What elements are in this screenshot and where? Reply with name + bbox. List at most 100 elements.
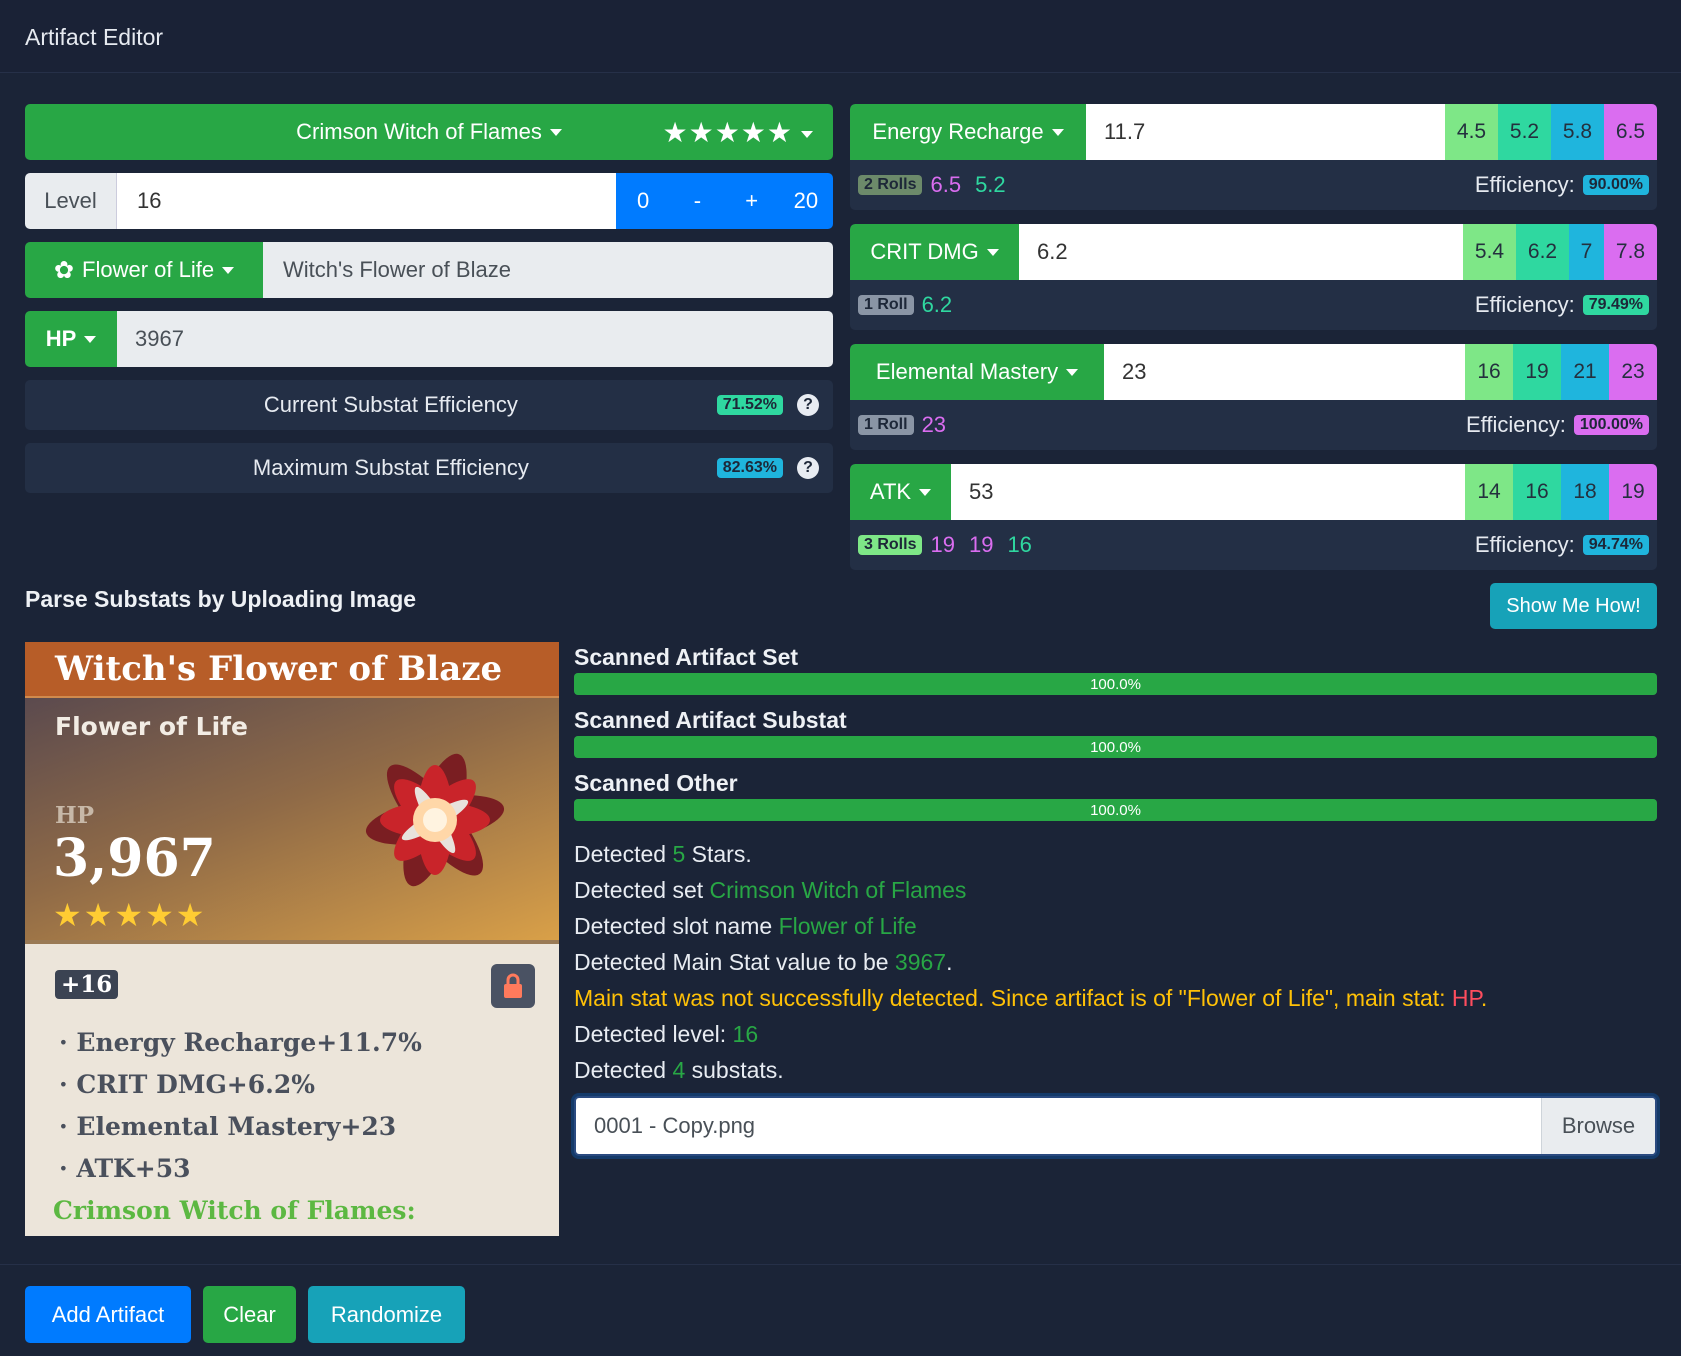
- substat-summary: 2 Rolls 6.5 5.2 Efficiency: 90.00%: [850, 160, 1657, 210]
- roll-option[interactable]: 18: [1561, 464, 1609, 520]
- max-efficiency-badge: 82.63%: [716, 458, 783, 478]
- slot-dropdown[interactable]: ✿ Flower of Life: [25, 242, 263, 298]
- star-icons: ★★★★★: [662, 117, 793, 148]
- chevron-down-icon: [1051, 128, 1064, 136]
- roll-option[interactable]: 7.8: [1604, 224, 1657, 280]
- clear-button[interactable]: Clear: [203, 1286, 296, 1343]
- artifact-image-substat: · Energy Recharge+11.7%: [59, 1028, 422, 1057]
- rolls-badge: 1 Roll: [858, 295, 914, 315]
- detection-slot: Detected slot name Flower of Life: [574, 913, 917, 939]
- progress-bar: 100.0%: [574, 799, 1657, 821]
- roll-option[interactable]: 5.8: [1551, 104, 1604, 160]
- roll-option[interactable]: 19: [1609, 464, 1657, 520]
- main-stat-dropdown[interactable]: HP: [25, 311, 117, 367]
- artifact-image-substat: · CRIT DMG+6.2%: [59, 1070, 315, 1099]
- level-0-button[interactable]: 0: [616, 173, 670, 229]
- main-stat-group: HP 3967: [25, 311, 833, 367]
- roll-option[interactable]: 21: [1561, 344, 1609, 400]
- main-stat-value: 3967: [117, 311, 833, 367]
- level-minus-button[interactable]: -: [670, 173, 724, 229]
- substat-summary: 1 Roll 23 Efficiency: 100.00%: [850, 400, 1657, 450]
- slot-name-field[interactable]: Witch's Flower of Blaze: [263, 242, 833, 298]
- roll-option[interactable]: 6.2: [1516, 224, 1569, 280]
- main-stat-label: HP: [45, 326, 77, 351]
- detection-warning: Main stat was not successfully detected.…: [574, 985, 1488, 1011]
- artifact-image-slot: Flower of Life: [55, 712, 248, 741]
- artifact-image-body: +16 · Energy Recharge+11.7% · CRIT DMG+6…: [25, 944, 559, 1236]
- progress-label: Scanned Other: [574, 770, 738, 796]
- randomize-button[interactable]: Randomize: [308, 1286, 465, 1343]
- substat-dropdown[interactable]: Elemental Mastery: [850, 344, 1104, 400]
- chevron-down-icon: [919, 488, 932, 496]
- roll-value: 5.2: [975, 172, 1006, 197]
- level-plus-button[interactable]: +: [725, 173, 779, 229]
- level-input[interactable]: 16: [117, 173, 616, 229]
- artifact-image-substat-text: ATK+53: [76, 1154, 191, 1183]
- detection-list: Detected 5 Stars. Detected set Crimson W…: [574, 836, 1657, 1088]
- progress-bar: 100.0%: [574, 736, 1657, 758]
- substat-row: ATK 53 14 16 18 19: [850, 464, 1657, 520]
- level-label: Level: [25, 173, 117, 229]
- roll-value: 6.2: [921, 292, 953, 317]
- efficiency-label: Efficiency:: [1474, 172, 1575, 197]
- artifact-image-substat-text: CRIT DMG+6.2%: [76, 1070, 315, 1099]
- artifact-image-level: +16: [55, 970, 119, 999]
- add-artifact-button[interactable]: Add Artifact: [25, 1286, 191, 1343]
- level-20-button[interactable]: 20: [779, 173, 833, 229]
- detection-stars: Detected 5 Stars.: [574, 841, 752, 867]
- artifact-image-stars: ★★★★★: [53, 897, 207, 933]
- detection-main-value: Detected Main Stat value to be 3967.: [574, 949, 953, 975]
- substat-input[interactable]: 23: [1104, 344, 1465, 400]
- star-rating-dropdown[interactable]: ★★★★★: [662, 116, 813, 149]
- progress-track: 100.0%: [574, 736, 1657, 758]
- roll-option[interactable]: 23: [1609, 344, 1657, 400]
- artifact-image-substat: · ATK+53: [59, 1154, 191, 1183]
- help-icon[interactable]: ?: [797, 457, 819, 479]
- roll-option[interactable]: 14: [1465, 464, 1513, 520]
- substat-dropdown[interactable]: CRIT DMG: [850, 224, 1019, 280]
- substat-summary: 1 Roll 6.2 Efficiency: 79.49%: [850, 280, 1657, 330]
- roll-option[interactable]: 16: [1465, 344, 1513, 400]
- file-input[interactable]: 0001 - Copy.png Browse: [574, 1096, 1657, 1156]
- substat-input[interactable]: 6.2: [1019, 224, 1463, 280]
- efficiency-badge: 100.00%: [1573, 415, 1649, 435]
- substat-name: Elemental Mastery: [875, 359, 1059, 384]
- parse-title: Parse Substats by Uploading Image: [25, 586, 417, 612]
- substat-summary: 3 Rolls 19 19 16 Efficiency: 94.74%: [850, 520, 1657, 570]
- set-dropdown[interactable]: Crimson Witch of Flames ★★★★★: [25, 104, 833, 160]
- lock-icon: [491, 964, 535, 1008]
- artifact-image-substat-text: Energy Recharge+11.7%: [76, 1028, 422, 1057]
- substat-card: Elemental Mastery 23 16 19 21 23 1 Roll …: [850, 344, 1657, 450]
- roll-option[interactable]: 5.2: [1498, 104, 1551, 160]
- current-efficiency-badge: 71.52%: [716, 395, 783, 415]
- chevron-down-icon: [986, 248, 999, 256]
- progress-track: 100.0%: [574, 673, 1657, 695]
- artifact-image-title-bar: Witch's Flower of Blaze: [25, 642, 559, 698]
- browse-button[interactable]: Browse: [1541, 1098, 1655, 1154]
- roll-value: 23: [921, 412, 947, 437]
- substat-input[interactable]: 11.7: [1086, 104, 1445, 160]
- artifact-image-header: Flower of Life HP 3,967 ★★★★★: [25, 698, 559, 944]
- chevron-down-icon: [222, 266, 235, 274]
- roll-option[interactable]: 7: [1569, 224, 1604, 280]
- show-me-how-button[interactable]: Show Me How!: [1490, 583, 1657, 629]
- substat-dropdown[interactable]: Energy Recharge: [850, 104, 1086, 160]
- roll-option[interactable]: 4.5: [1445, 104, 1498, 160]
- substat-dropdown[interactable]: ATK: [850, 464, 951, 520]
- roll-option[interactable]: 16: [1513, 464, 1561, 520]
- substat-input[interactable]: 53: [951, 464, 1465, 520]
- page-title: Artifact Editor: [25, 24, 164, 50]
- roll-option[interactable]: 5.4: [1463, 224, 1516, 280]
- substat-row: CRIT DMG 6.2 5.4 6.2 7 7.8: [850, 224, 1657, 280]
- current-efficiency-label: Current Substat Efficiency: [263, 392, 518, 417]
- efficiency-badge: 79.49%: [1582, 295, 1649, 315]
- roll-option[interactable]: 6.5: [1604, 104, 1657, 160]
- roll-value: 16: [1007, 532, 1032, 557]
- roll-value: 19: [930, 532, 955, 557]
- help-icon[interactable]: ?: [797, 394, 819, 416]
- substat-card: Energy Recharge 11.7 4.5 5.2 5.8 6.5 2 R…: [850, 104, 1657, 210]
- substat-card: ATK 53 14 16 18 19 3 Rolls 19 19 16 Effi…: [850, 464, 1657, 570]
- roll-option[interactable]: 19: [1513, 344, 1561, 400]
- efficiency-label: Efficiency:: [1474, 292, 1575, 317]
- artifact-image-main-value: 3,967: [53, 828, 216, 889]
